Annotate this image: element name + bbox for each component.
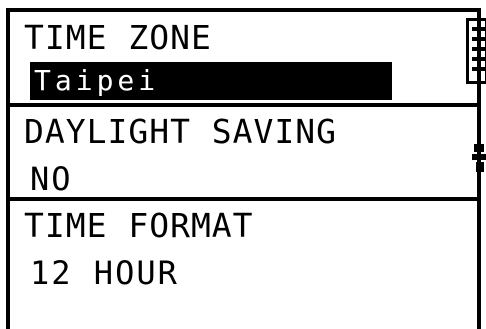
daylight-saving-label: DAYLIGHT SAVING [24,112,338,151]
battery-icon [466,18,486,84]
divider [6,103,481,107]
satellite-icon [472,144,486,172]
daylight-saving-value[interactable]: NO [30,160,73,198]
time-format-label: TIME FORMAT [24,206,254,245]
time-zone-value[interactable]: Taipei [30,62,392,100]
setup-screen: TIME ZONE Taipei DAYLIGHT SAVING NO TIME… [0,0,486,329]
divider [6,197,481,201]
time-format-value[interactable]: 12 HOUR [30,254,179,292]
time-zone-label: TIME ZONE [24,18,212,57]
